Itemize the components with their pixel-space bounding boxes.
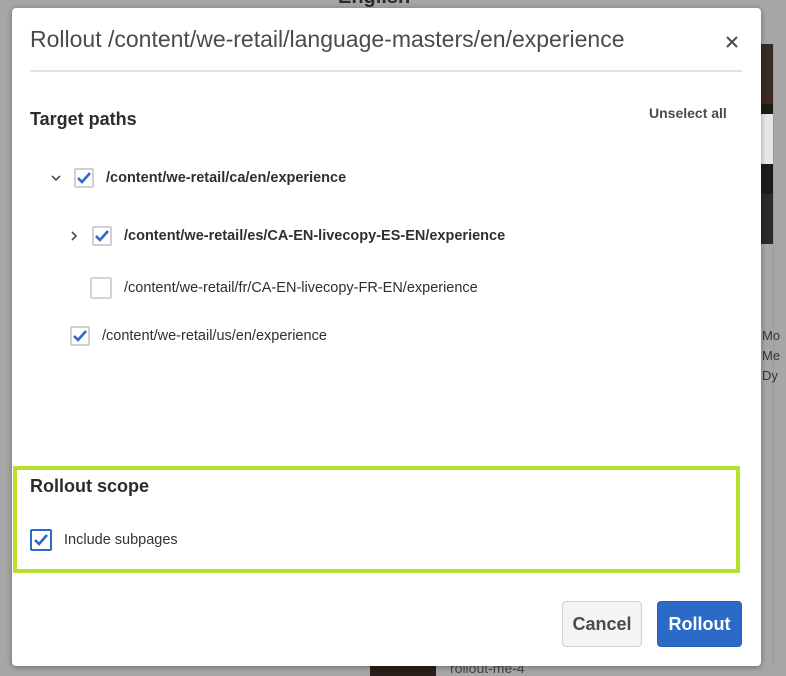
checkmark-icon: [73, 330, 87, 342]
target-path-checkbox[interactable]: [74, 168, 94, 188]
checkmark-icon: [95, 230, 109, 242]
rollout-scope-title: Rollout scope: [30, 476, 150, 496]
checkmark-icon: [34, 534, 48, 546]
cancel-button[interactable]: Cancel: [562, 601, 642, 647]
target-path-label: /content/we-retail/fr/CA-EN-livecopy-FR-…: [124, 280, 478, 296]
rollout-dialog: Rollout /content/we-retail/language-mast…: [12, 8, 761, 666]
include-subpages-checkbox[interactable]: [30, 529, 52, 551]
close-button[interactable]: [720, 30, 744, 54]
chevron-right-icon[interactable]: [68, 230, 80, 242]
target-path-checkbox[interactable]: [92, 226, 112, 246]
target-path-label: /content/we-retail/ca/en/experience: [106, 170, 347, 186]
include-subpages-row: Include subpages: [30, 528, 178, 552]
target-path-checkbox[interactable]: [70, 326, 90, 346]
target-path-row: /content/we-retail/us/en/experience: [70, 324, 327, 348]
background-text: Mo Me Dy: [762, 328, 781, 383]
dialog-title: Rollout /content/we-retail/language-mast…: [30, 26, 625, 52]
close-icon: [726, 36, 738, 48]
target-path-row: /content/we-retail/ca/en/experience: [50, 166, 346, 190]
target-path-row: /content/we-retail/fr/CA-EN-livecopy-FR-…: [90, 276, 478, 300]
target-path-label: /content/we-retail/us/en/experience: [102, 328, 327, 344]
unselect-all-link[interactable]: Unselect all: [649, 105, 727, 121]
target-path-row: /content/we-retail/es/CA-EN-livecopy-ES-…: [68, 224, 505, 248]
header-divider: [30, 70, 742, 72]
background-thumbnails: [760, 44, 774, 244]
include-subpages-label: Include subpages: [64, 532, 178, 548]
rollout-button[interactable]: Rollout: [657, 601, 742, 647]
target-path-label: /content/we-retail/es/CA-EN-livecopy-ES-…: [124, 228, 506, 244]
checkmark-icon: [77, 172, 91, 184]
target-path-checkbox[interactable]: [90, 277, 112, 299]
chevron-down-icon[interactable]: [50, 172, 62, 184]
target-paths-title: Target paths: [30, 109, 137, 129]
